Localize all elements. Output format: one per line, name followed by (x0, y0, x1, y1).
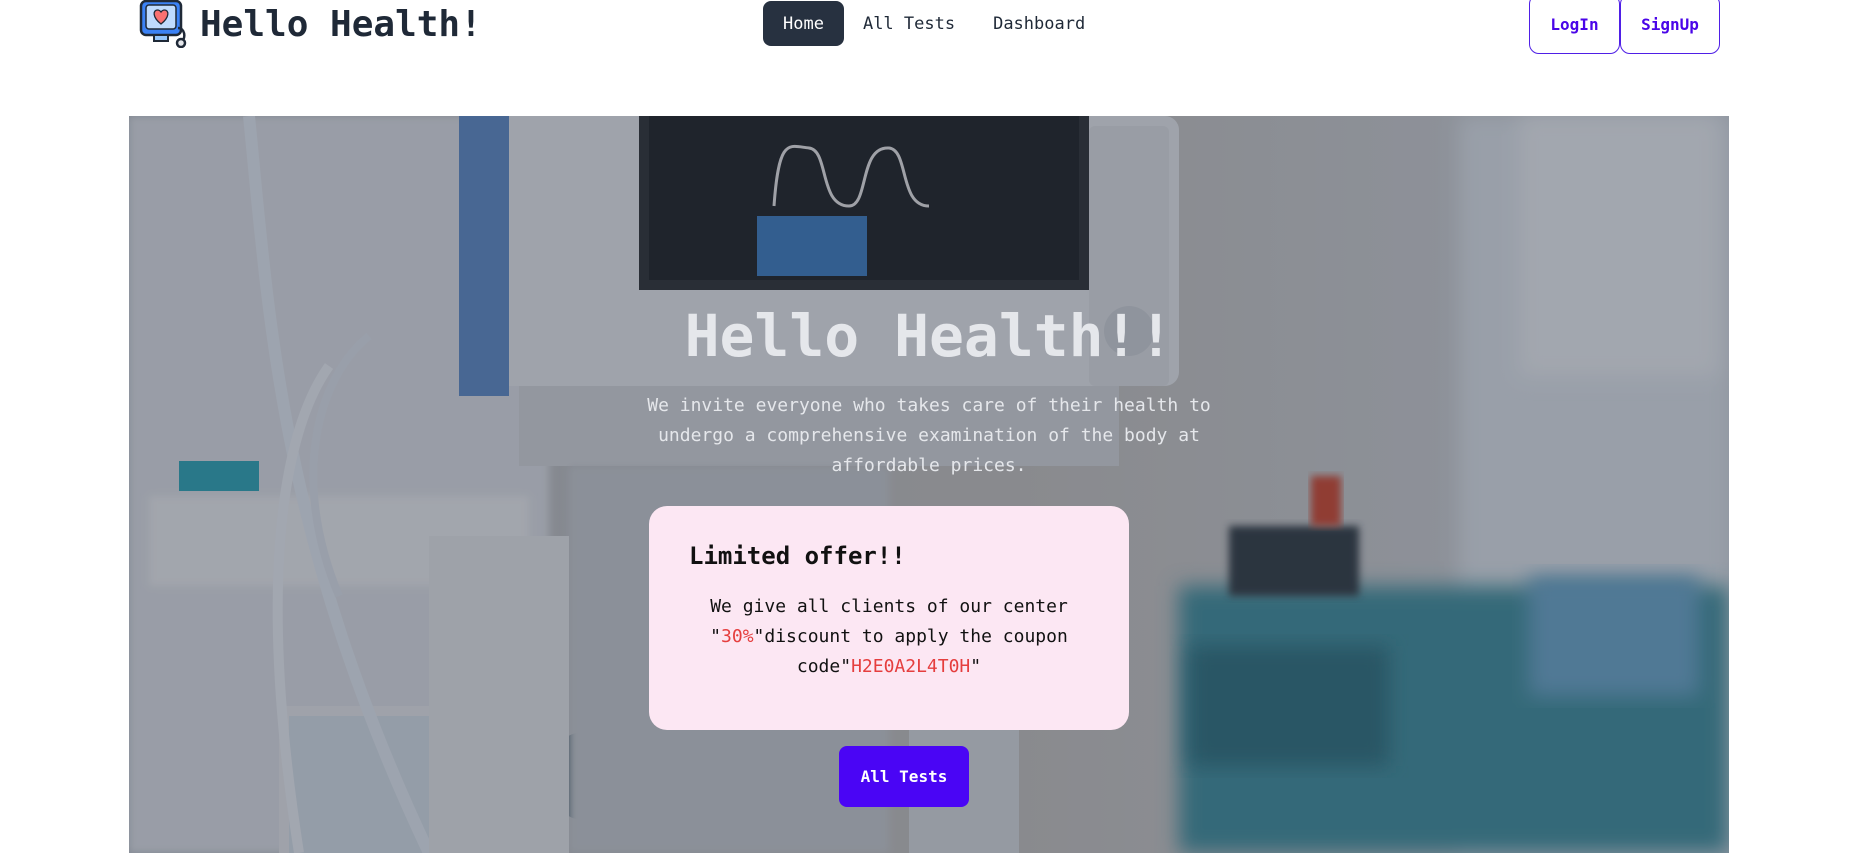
auth-buttons: LogIn SignUp (1529, 0, 1720, 54)
limited-offer-card: Limited offer!! We give all clients of o… (649, 506, 1129, 730)
offer-text-end: " (970, 656, 982, 677)
hero-subtitle: We invite everyone who takes care of the… (647, 395, 1211, 476)
brand-title: Hello Health! (200, 3, 482, 45)
nav-home[interactable]: Home (763, 1, 844, 46)
main-nav: Home All Tests Dashboard (763, 1, 1104, 46)
nav-dashboard[interactable]: Dashboard (974, 1, 1104, 46)
hero-section: Hello Health!! We invite everyone who ta… (129, 116, 1729, 853)
navbar: Hello Health! Home All Tests Dashboard L… (0, 0, 1849, 70)
all-tests-button[interactable]: All Tests (839, 746, 969, 807)
offer-title: Limited offer!! (689, 542, 906, 570)
hero-title: Hello Health!! (684, 302, 1174, 370)
hero-overlay (129, 116, 1729, 853)
brand[interactable]: Hello Health! (138, 0, 482, 49)
monitor-heart-icon (138, 0, 190, 49)
discount-value: 30% (721, 626, 754, 647)
nav-all-tests[interactable]: All Tests (844, 1, 974, 46)
coupon-code: H2E0A2L4T0H (851, 656, 971, 677)
signup-button[interactable]: SignUp (1620, 0, 1720, 54)
login-button[interactable]: LogIn (1529, 0, 1620, 54)
offer-text: We give all clients of our center "30%"d… (689, 592, 1089, 682)
